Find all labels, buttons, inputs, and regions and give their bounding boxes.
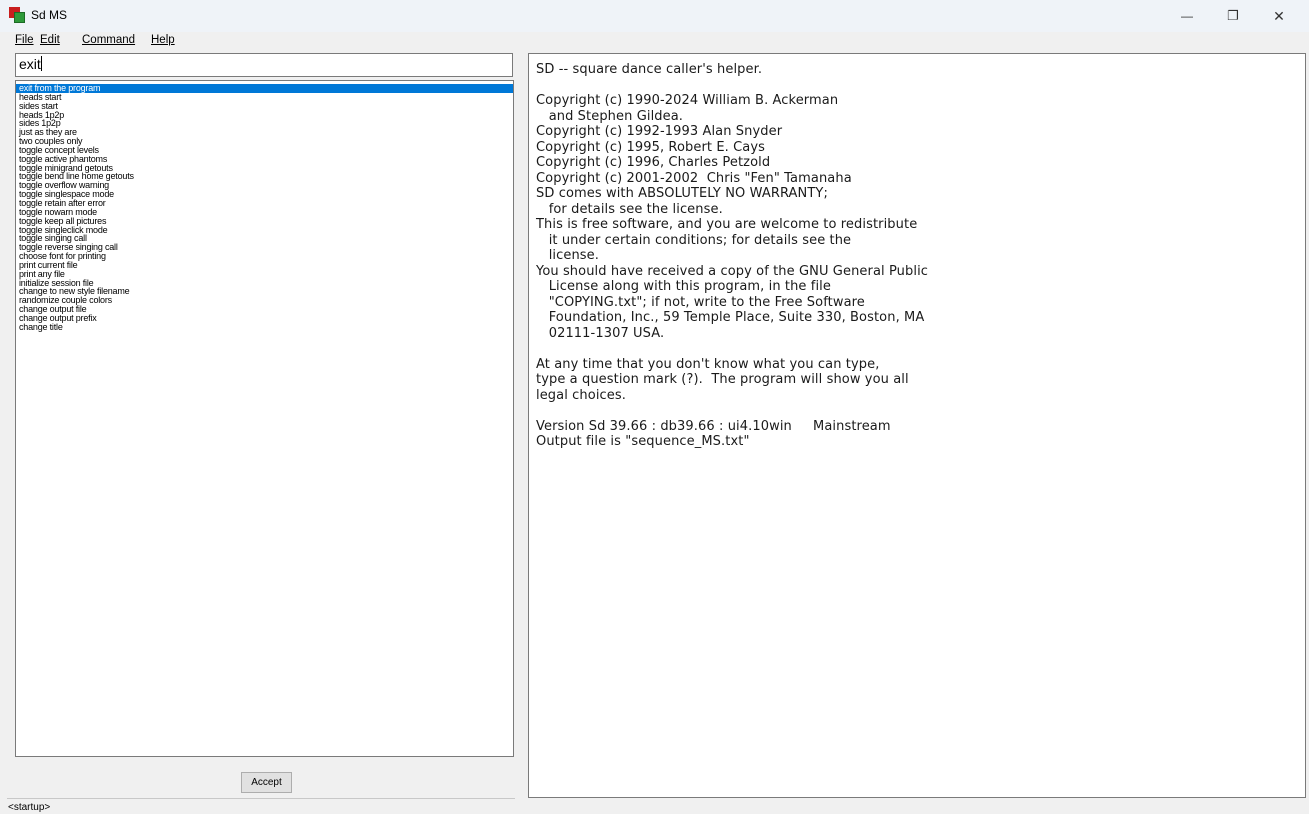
- command-list-item[interactable]: heads 1p2p: [16, 110, 513, 120]
- transcript-line: Copyright (c) 1996, Charles Petzold: [536, 155, 771, 170]
- transcript-line: Copyright (c) 1992-1993 Alan Snyder: [536, 124, 783, 139]
- transcript-line: 02111-1307 USA.: [536, 325, 665, 341]
- close-button[interactable]: ✕: [1256, 0, 1302, 32]
- transcript-line: for details see the license.: [536, 201, 723, 217]
- minimize-icon: —: [1181, 9, 1193, 23]
- transcript-line: Copyright (c) 1995, Robert E. Cays: [536, 139, 766, 155]
- maximize-button[interactable]: ❐: [1210, 0, 1256, 32]
- transcript-line: [536, 403, 1298, 419]
- transcript-line: license.: [536, 248, 600, 263]
- transcript-line: Foundation, Inc., 59 Temple Place, Suite…: [536, 310, 925, 325]
- transcript-line: SD -- square dance caller's helper.: [536, 62, 763, 77]
- transcript-line: and Stephen Gildea.: [536, 108, 684, 124]
- transcript-line: legal choices.: [536, 387, 626, 403]
- command-list-item[interactable]: sides 1p2p: [16, 119, 513, 128]
- transcript-line: [536, 78, 1298, 94]
- transcript-line: Version Sd 39.66 : db39.66 : ui4.10win M…: [536, 418, 891, 434]
- status-text: <startup>: [8, 802, 51, 813]
- command-list-item[interactable]: print current file: [16, 260, 513, 270]
- transcript-line: At any time that you don't know what you…: [536, 356, 880, 372]
- command-list-item[interactable]: change output prefix: [16, 314, 513, 323]
- menu-command[interactable]: Command: [82, 34, 135, 46]
- command-list-item[interactable]: exit from the program: [16, 84, 513, 93]
- transcript-line: License along with this program, in the …: [536, 279, 831, 294]
- title-bar: Sd MS — ❐ ✕: [0, 0, 1309, 32]
- menu-edit[interactable]: Edit: [40, 34, 60, 46]
- command-list-item[interactable]: randomize couple colors: [16, 296, 513, 305]
- transcript-line: type a question mark (?). The program wi…: [536, 372, 909, 387]
- transcript-line: Copyright (c) 2001-2002 Chris "Fen" Tama…: [536, 170, 852, 186]
- transcript-line: "COPYING.txt"; if not, write to the Free…: [536, 294, 865, 310]
- transcript-line: SD comes with ABSOLUTELY NO WARRANTY;: [536, 186, 828, 201]
- transcript-line: You should have received a copy of the G…: [536, 263, 929, 279]
- command-input[interactable]: exit: [15, 53, 513, 77]
- command-list[interactable]: exit from the program heads start sides st…: [15, 80, 514, 757]
- restore-icon: ❐: [1227, 8, 1239, 23]
- transcript-line: Copyright (c) 1990-2024 William B. Acker…: [536, 93, 839, 108]
- transcript-pane[interactable]: SD -- square dance caller's helper. Copyr…: [528, 53, 1306, 798]
- status-divider: [7, 798, 515, 799]
- status-bar: [0, 798, 1309, 814]
- transcript-line: This is free software, and you are welco…: [536, 217, 918, 232]
- command-list-item[interactable]: change title: [16, 322, 513, 332]
- minimize-button[interactable]: —: [1164, 0, 1210, 32]
- command-list-item[interactable]: choose font for printing: [16, 252, 513, 261]
- window-title: Sd MS: [31, 8, 68, 22]
- close-icon: ✕: [1273, 7, 1285, 24]
- text-caret: [40, 56, 42, 71]
- menu-file[interactable]: File: [15, 34, 34, 46]
- command-input-value: exit: [19, 56, 41, 72]
- transcript-line: Output file is "sequence_MS.txt": [536, 434, 750, 449]
- command-list-item[interactable]: toggle singleclick mode: [16, 225, 513, 235]
- command-list-item[interactable]: sides start: [16, 101, 513, 111]
- app-icon: [9, 7, 25, 23]
- menu-bar: File Edit Command Help: [0, 32, 1309, 50]
- menu-help[interactable]: Help: [151, 34, 175, 46]
- transcript-line: it under certain conditions; for details…: [536, 232, 852, 248]
- command-list-item[interactable]: heads start: [16, 92, 513, 102]
- accept-button[interactable]: Accept: [241, 772, 292, 793]
- transcript-line: [536, 341, 1298, 357]
- command-list-item[interactable]: just as they are: [16, 128, 513, 137]
